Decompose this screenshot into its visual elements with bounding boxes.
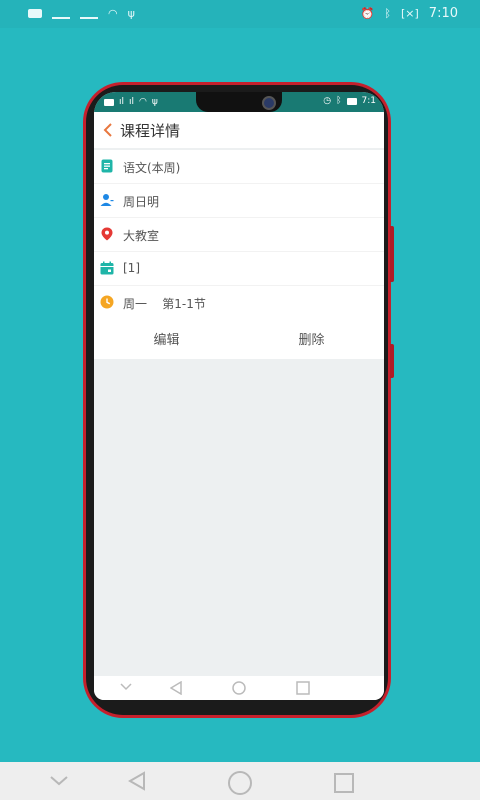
detail-row-time: 周一 第1-1节 bbox=[94, 286, 384, 320]
app-header: 课程详情 bbox=[94, 112, 384, 148]
front-camera bbox=[262, 96, 276, 110]
document-icon bbox=[101, 159, 113, 173]
inner-wifi-icon: ◠ bbox=[139, 97, 147, 107]
inner-home-icon[interactable] bbox=[232, 681, 246, 695]
wifi-icon: ◠ bbox=[108, 7, 118, 20]
alarm-icon: ⏰ bbox=[360, 7, 375, 20]
signal-icon bbox=[52, 8, 70, 19]
power-button bbox=[390, 344, 394, 378]
usb-icon: ψ bbox=[127, 7, 135, 20]
outer-status-bar: ◠ ψ ⏰ ᛒ [×] 7:10 bbox=[0, 0, 480, 28]
inner-clock: 7:1 bbox=[361, 96, 376, 106]
course-name: 语文(本周) bbox=[123, 161, 181, 175]
course-detail-list: 语文(本周) 周日明 大教室 [1] 周一 第1-1节 bbox=[94, 150, 384, 320]
edit-button[interactable]: 编辑 bbox=[94, 317, 239, 359]
detail-row-weeks: [1] bbox=[94, 252, 384, 286]
clock-icon bbox=[100, 295, 114, 309]
detail-row-teacher: 周日明 bbox=[94, 184, 384, 218]
week-range: [1] bbox=[123, 261, 140, 275]
inner-navigation-bar bbox=[94, 676, 384, 700]
classroom-name: 大教室 bbox=[123, 229, 160, 243]
action-bar: 编辑 删除 bbox=[94, 317, 384, 359]
detail-row-location: 大教室 bbox=[94, 218, 384, 252]
calendar-icon bbox=[100, 261, 114, 275]
outer-navigation-bar bbox=[0, 762, 480, 800]
person-icon bbox=[100, 194, 114, 206]
inner-hd-icon bbox=[104, 98, 114, 106]
inner-signal-icon: ıl bbox=[119, 97, 125, 107]
inner-chevron-down-icon[interactable] bbox=[120, 683, 132, 691]
detail-row-course: 语文(本周) bbox=[94, 150, 384, 184]
location-pin-icon bbox=[101, 227, 113, 241]
battery-icon: [×] bbox=[400, 7, 419, 20]
hd-icon bbox=[28, 9, 42, 18]
inner-signal-icon-2: ıl bbox=[129, 97, 135, 107]
phone-screen: ıl ıl ◠ ψ ◷ ᛒ 7:1 课程详情 语文(本周) 周日明 大教室 [1… bbox=[94, 92, 384, 700]
back-icon[interactable] bbox=[128, 771, 146, 791]
back-arrow-icon[interactable] bbox=[102, 122, 114, 138]
inner-bluetooth-icon: ᛒ bbox=[336, 96, 342, 106]
page-title: 课程详情 bbox=[120, 121, 181, 140]
inner-usb-icon: ψ bbox=[151, 97, 158, 107]
recent-apps-icon[interactable] bbox=[334, 773, 354, 793]
volume-button bbox=[390, 226, 394, 282]
home-icon[interactable] bbox=[228, 771, 252, 795]
outer-clock: 7:10 bbox=[428, 6, 458, 21]
inner-back-icon[interactable] bbox=[170, 681, 182, 695]
bluetooth-icon: ᛒ bbox=[384, 7, 391, 20]
inner-recent-apps-icon[interactable] bbox=[296, 681, 310, 695]
inner-battery-icon bbox=[346, 97, 357, 105]
inner-alarm-icon: ◷ bbox=[323, 96, 332, 106]
teacher-name: 周日明 bbox=[123, 195, 160, 209]
delete-button[interactable]: 删除 bbox=[239, 317, 384, 359]
chevron-down-icon[interactable] bbox=[50, 776, 68, 786]
signal-icon-2 bbox=[80, 8, 98, 19]
class-time: 周一 第1-1节 bbox=[123, 297, 206, 311]
